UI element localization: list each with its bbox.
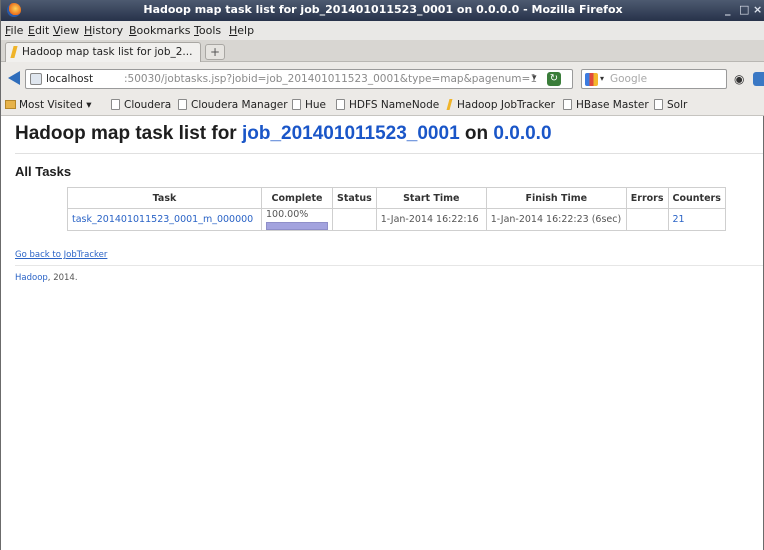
bookmark-label: Cloudera Manager bbox=[191, 99, 288, 111]
page-title: Hadoop map task list for job_20140101152… bbox=[15, 123, 552, 145]
title-bar: Hadoop map task list for job_20140101152… bbox=[1, 0, 764, 21]
navigation-bar: localhost :50030/jobtasks.jsp?jobid=job_… bbox=[1, 62, 764, 95]
browser-window: Hadoop map task list for job_20140101152… bbox=[0, 0, 764, 550]
bookmarks-toolbar: Most Visited ▾ Cloudera Cloudera Manager… bbox=[1, 95, 764, 116]
back-arrow-icon[interactable] bbox=[8, 71, 20, 85]
task-cell: task_201401011523_0001_m_000000 bbox=[67, 208, 262, 231]
menu-help[interactable]: Help bbox=[229, 24, 254, 37]
reload-icon[interactable]: ↻ bbox=[547, 72, 561, 86]
hadoop-favicon-icon bbox=[10, 46, 18, 58]
tab-bar: Hadoop map task list for job_2... + bbox=[1, 40, 764, 62]
page-icon bbox=[292, 99, 301, 110]
host-link[interactable]: 0.0.0.0 bbox=[493, 123, 551, 144]
bookmark-label: HDFS NameNode bbox=[349, 99, 440, 111]
close-icon[interactable]: × bbox=[753, 3, 762, 16]
menu-bookmarks[interactable]: Bookmarks bbox=[129, 24, 190, 37]
url-host: localhost bbox=[46, 73, 94, 85]
bookmark-hbase-master[interactable]: HBase Master bbox=[563, 99, 649, 111]
progress-bar bbox=[266, 222, 328, 230]
page-icon bbox=[336, 99, 345, 110]
progress-bar-fill bbox=[267, 223, 327, 229]
bookmark-label: HBase Master bbox=[576, 99, 649, 111]
site-identity-icon[interactable] bbox=[30, 73, 42, 85]
finish-time-cell: 1-Jan-2014 16:22:23 (6sec) bbox=[485, 208, 627, 231]
url-bar[interactable]: localhost :50030/jobtasks.jsp?jobid=job_… bbox=[25, 69, 573, 89]
bookmark-label: Hue bbox=[305, 99, 327, 111]
section-title: All Tasks bbox=[15, 164, 72, 179]
bookmark-label: Most Visited ▾ bbox=[19, 99, 92, 111]
tasks-table: Task Complete Status Start Time Finish T… bbox=[67, 187, 726, 231]
search-engine-icon[interactable] bbox=[585, 73, 598, 86]
title-prefix: Hadoop map task list for bbox=[15, 123, 242, 144]
bookmark-most-visited[interactable]: Most Visited ▾ bbox=[5, 99, 92, 111]
search-engine-dropdown-icon[interactable]: ▾ bbox=[600, 74, 604, 83]
header-complete: Complete bbox=[261, 187, 333, 209]
tab-label: Hadoop map task list for job_2... bbox=[22, 46, 193, 58]
menu-bar: File Edit View History Bookmarks Tools H… bbox=[1, 21, 764, 40]
bookmark-label: Hadoop JobTracker bbox=[457, 99, 555, 111]
footer-text: , 2014. bbox=[47, 273, 78, 283]
title-middle: on bbox=[459, 123, 494, 144]
complete-cell: 100.00% bbox=[261, 208, 333, 231]
bookmark-hue[interactable]: Hue bbox=[292, 99, 326, 111]
menu-history[interactable]: History bbox=[84, 24, 123, 37]
page-icon bbox=[654, 99, 663, 110]
tab-hadoop-map-tasks[interactable]: Hadoop map task list for job_2... bbox=[5, 42, 201, 62]
addon-icon[interactable] bbox=[753, 72, 764, 86]
divider bbox=[15, 265, 763, 266]
job-link[interactable]: job_201401011523_0001 bbox=[242, 123, 460, 144]
menu-file[interactable]: File bbox=[5, 24, 23, 37]
header-errors: Errors bbox=[625, 187, 669, 209]
table-row: task_201401011523_0001_m_000000 100.00% … bbox=[67, 208, 726, 231]
page-icon bbox=[563, 99, 572, 110]
maximize-icon[interactable]: □ bbox=[739, 3, 749, 16]
page-icon bbox=[111, 99, 120, 110]
bookmark-cloudera-manager[interactable]: Cloudera Manager bbox=[178, 99, 288, 111]
header-counters: Counters bbox=[667, 187, 726, 209]
search-bar[interactable]: ▾ Google bbox=[581, 69, 727, 89]
folder-icon bbox=[5, 100, 16, 109]
bookmark-hadoop-jobtracker[interactable]: Hadoop JobTracker bbox=[446, 99, 555, 111]
bookmark-label: Cloudera bbox=[124, 99, 172, 111]
counters-cell: 21 bbox=[667, 208, 726, 231]
header-finish-time: Finish Time bbox=[485, 187, 627, 209]
new-tab-button[interactable]: + bbox=[205, 44, 225, 60]
footer: Hadoop, 2014. bbox=[15, 273, 78, 283]
header-task: Task bbox=[67, 187, 262, 209]
page-content: Hadoop map task list for job_20140101152… bbox=[1, 117, 763, 550]
bookmark-solr[interactable]: Solr bbox=[654, 99, 687, 111]
counters-link[interactable]: 21 bbox=[673, 214, 685, 225]
errors-cell bbox=[625, 208, 669, 231]
task-link[interactable]: task_201401011523_0001_m_000000 bbox=[72, 214, 253, 225]
menu-view[interactable]: View bbox=[53, 24, 79, 37]
url-path: :50030/jobtasks.jsp?jobid=job_2014010115… bbox=[124, 73, 537, 85]
go-back-jobtracker-link[interactable]: Go back to JobTracker bbox=[15, 250, 107, 260]
page-icon bbox=[178, 99, 187, 110]
hadoop-icon bbox=[446, 99, 453, 110]
bookmark-label: Solr bbox=[667, 99, 688, 111]
bookmark-cloudera[interactable]: Cloudera bbox=[111, 99, 171, 111]
header-start-time: Start Time bbox=[375, 187, 487, 209]
search-placeholder: Google bbox=[610, 73, 648, 85]
url-history-dropdown-icon[interactable]: ▾ bbox=[532, 73, 537, 83]
menu-tools[interactable]: Tools bbox=[194, 24, 221, 37]
divider bbox=[15, 153, 763, 154]
bookmark-hdfs-namenode[interactable]: HDFS NameNode bbox=[336, 99, 439, 111]
minimize-icon[interactable]: _ bbox=[725, 3, 731, 16]
hadoop-link[interactable]: Hadoop bbox=[15, 273, 48, 283]
complete-percent: 100.00% bbox=[266, 209, 309, 220]
table-header-row: Task Complete Status Start Time Finish T… bbox=[67, 187, 726, 209]
header-status: Status bbox=[332, 187, 377, 209]
start-time-cell: 1-Jan-2014 16:22:16 bbox=[375, 208, 487, 231]
menu-edit[interactable]: Edit bbox=[28, 24, 49, 37]
window-title: Hadoop map task list for job_20140101152… bbox=[143, 3, 623, 16]
binoculars-icon[interactable]: ◉ bbox=[734, 72, 744, 86]
status-cell bbox=[332, 208, 377, 231]
